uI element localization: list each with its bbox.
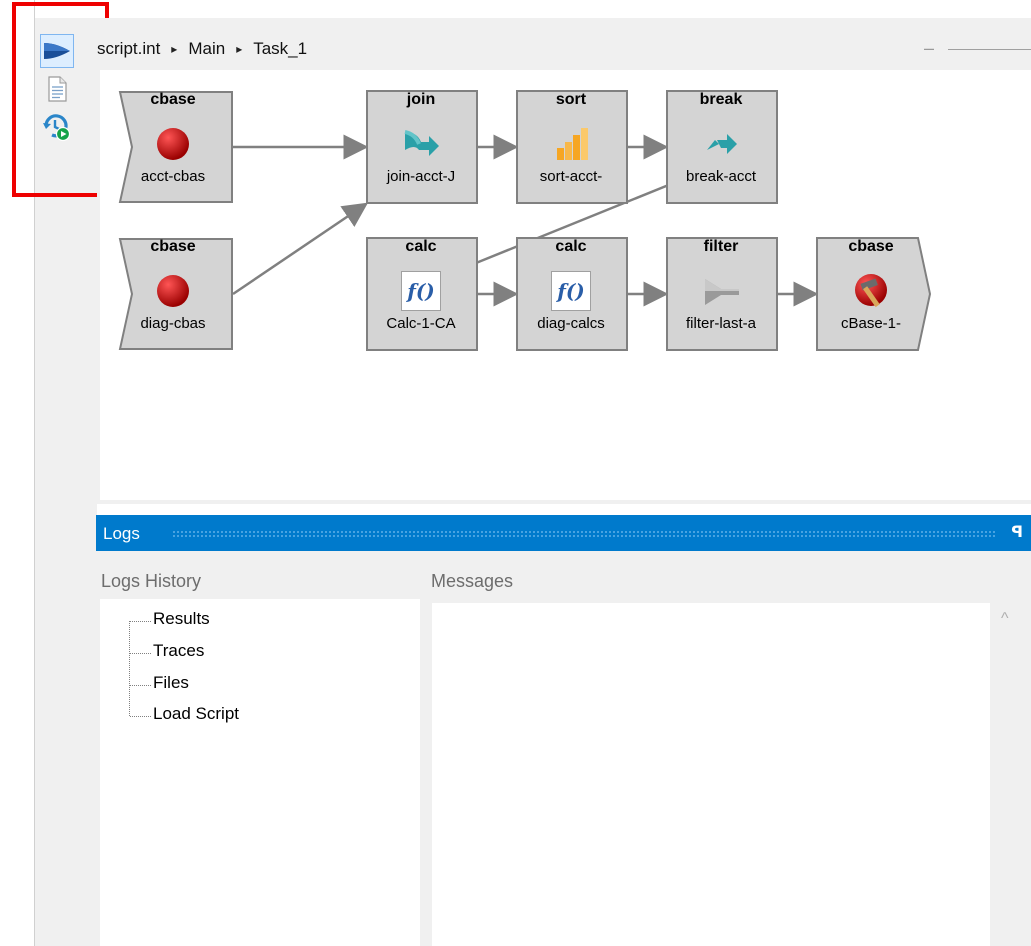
breadcrumb-item-task[interactable]: Task_1: [253, 39, 307, 59]
node-label: diag-calcs: [537, 315, 605, 332]
document-button[interactable]: [40, 72, 74, 106]
node-title: calc: [405, 238, 437, 255]
node-title: join: [406, 91, 436, 108]
node-title: sort: [555, 91, 587, 108]
breadcrumb-separator: ▸: [236, 42, 243, 56]
function-icon: f(): [401, 271, 441, 311]
breadcrumb-item-main[interactable]: Main: [188, 39, 225, 59]
node-title: cbase: [150, 91, 196, 108]
minimize-icon[interactable]: –: [924, 38, 934, 59]
join-arrow-icon: [404, 130, 439, 156]
document-icon: [48, 76, 67, 102]
funnel-icon: [705, 279, 739, 305]
node-title: cbase: [150, 238, 196, 255]
run-flow-button[interactable]: [40, 34, 74, 68]
left-margin: [0, 0, 34, 946]
logs-panel-header[interactable]: Logs ꟼ: [96, 515, 1031, 551]
node-label: sort-acct-: [539, 168, 603, 185]
tree-item-traces[interactable]: Traces: [153, 641, 204, 661]
node-label: break-acct: [685, 168, 757, 185]
node-label: diag-cbas: [140, 315, 206, 332]
node-title: calc: [555, 238, 587, 255]
node-calc-1[interactable]: calc f() Calc-1-CA: [366, 237, 478, 351]
node-label: join-acct-J: [386, 168, 456, 185]
function-icon: f(): [551, 271, 591, 311]
node-cbase-diag[interactable]: cbase diag-cbas: [118, 237, 233, 351]
scroll-up-icon[interactable]: ^: [1001, 610, 1009, 628]
left-toolbar: [35, 18, 97, 946]
tree-connector: [129, 621, 130, 716]
tree-item-load-script[interactable]: Load Script: [153, 704, 239, 724]
sort-bars-icon: [557, 128, 588, 160]
refresh-history-icon: [43, 114, 71, 142]
node-cbase-output[interactable]: cbase cBase-1-: [816, 237, 932, 351]
node-label: Calc-1-CA: [386, 315, 456, 332]
function-glyph: f(): [407, 279, 435, 303]
edge-n2-n3: [232, 202, 369, 296]
breadcrumb-item-script[interactable]: script.int: [97, 39, 160, 59]
messages-label: Messages: [431, 571, 514, 591]
breadcrumb-separator: ▸: [171, 42, 178, 56]
red-ball-icon: [157, 128, 189, 160]
red-ball-hammer-icon: [855, 274, 887, 308]
logs-history-label: Logs History: [101, 571, 202, 591]
node-title: filter: [703, 238, 739, 255]
node-break[interactable]: break break-acct: [666, 90, 778, 204]
function-glyph: f(): [557, 279, 585, 303]
node-label: acct-cbas: [140, 168, 206, 185]
node-filter[interactable]: filter filter-last-a: [666, 237, 778, 351]
tree-connector: [130, 653, 151, 654]
red-ball-icon: [157, 275, 189, 307]
header-divider: [948, 49, 1031, 50]
logs-panel-title: Logs: [103, 524, 140, 543]
tree-connector: [130, 621, 151, 622]
break-arrow-icon: [707, 134, 737, 154]
tree-item-files[interactable]: Files: [153, 673, 189, 693]
node-calc-2[interactable]: calc f() diag-calcs: [516, 237, 628, 351]
messages-pane[interactable]: [432, 603, 990, 946]
header-grip: [172, 530, 997, 537]
node-title: cbase: [848, 238, 894, 255]
node-label: filter-last-a: [685, 315, 756, 332]
node-sort[interactable]: sort sort-acct-: [516, 90, 628, 204]
messages-scrollbar[interactable]: [990, 603, 1031, 946]
history-refresh-button[interactable]: [40, 110, 74, 144]
node-cbase-acct[interactable]: cbase acct-cbas: [118, 90, 233, 204]
node-title: break: [699, 91, 743, 108]
run-flow-icon: [44, 43, 70, 59]
node-label: cBase-1-: [840, 315, 902, 332]
tree-connector: [130, 685, 151, 686]
node-join[interactable]: join join-acct-J: [366, 90, 478, 204]
logs-history-tree: Results Traces Files Load Script: [100, 599, 420, 946]
flow-diagram: cbase acct-cbas cbase diag-cbas join joi…: [100, 70, 1031, 500]
pin-icon[interactable]: ꟼ: [1011, 522, 1023, 542]
tree-connector: [130, 716, 151, 717]
tree-item-results[interactable]: Results: [153, 609, 210, 629]
breadcrumb: script.int ▸ Main ▸ Task_1: [97, 36, 307, 62]
